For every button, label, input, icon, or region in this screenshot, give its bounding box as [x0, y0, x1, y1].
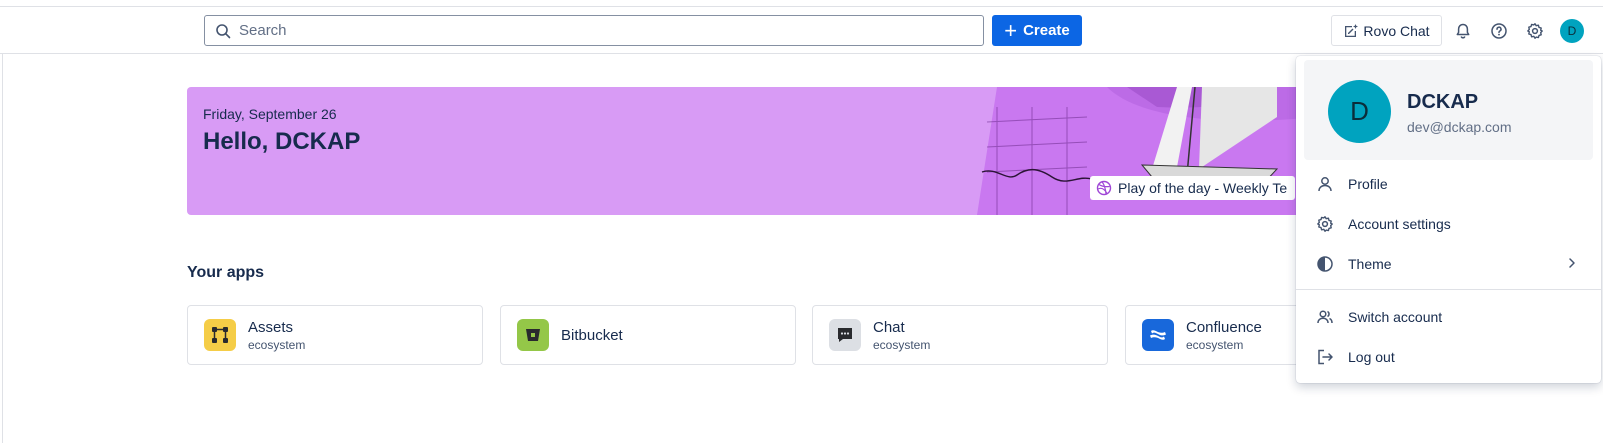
app-name: Assets [248, 318, 294, 336]
top-strip [0, 0, 1603, 7]
app-name: Bitbucket [561, 326, 623, 344]
person-icon [1318, 177, 1332, 192]
app-subtitle: ecosystem [873, 337, 931, 352]
gear-icon [1527, 23, 1543, 39]
rovo-chat-label: Rovo Chat [1363, 22, 1430, 39]
menu-item-log-out[interactable]: Log out [1296, 337, 1601, 377]
rovo-chat-button[interactable]: Rovo Chat [1331, 15, 1442, 46]
app-text: Chat ecosystem [873, 319, 930, 352]
account-dropdown: D DCKAP dev@dckap.com Profile Account se… [1296, 56, 1601, 383]
menu-item-theme[interactable]: Theme [1296, 244, 1601, 284]
search-box[interactable] [204, 15, 984, 46]
confluence-icon [1142, 319, 1174, 351]
bitbucket-icon [517, 319, 549, 351]
search-icon [216, 23, 231, 38]
gear-icon [1317, 216, 1333, 232]
avatar-initial: D [1567, 24, 1577, 38]
settings-button[interactable] [1523, 19, 1547, 43]
app-text: Assets ecosystem [248, 319, 305, 352]
menu-item-profile[interactable]: Profile [1296, 164, 1601, 204]
create-button-label: Create [1023, 22, 1070, 39]
chat-icon [829, 319, 861, 351]
assets-icon [204, 319, 236, 351]
app-text: Bitbucket [561, 327, 623, 344]
app-card-assets[interactable]: Assets ecosystem [187, 305, 483, 365]
rovo-chat-icon [1345, 23, 1359, 37]
chevron-right-icon [1569, 258, 1575, 268]
profile-name: DCKAP [1407, 91, 1479, 113]
avatar-initial: D [1350, 96, 1369, 126]
menu-item-label: Theme [1348, 256, 1392, 272]
menu-item-switch-account[interactable]: Switch account [1296, 297, 1601, 337]
menu-item-label: Switch account [1348, 309, 1443, 325]
menu-item-account-settings[interactable]: Account settings [1296, 204, 1601, 244]
help-icon [1491, 23, 1507, 39]
log-out-icon [1318, 349, 1333, 365]
app-name: Confluence [1186, 318, 1262, 336]
app-name: Chat [873, 318, 905, 336]
menu-item-label: Profile [1348, 176, 1388, 192]
menu-item-label: Log out [1348, 349, 1395, 365]
bell-icon [1456, 23, 1470, 39]
page: + Create Rovo Chat D Friday, September 2… [0, 0, 1603, 443]
profile-email: dev@dckap.com [1407, 119, 1512, 135]
app-text: Confluence ecosystem [1186, 319, 1262, 352]
theme-icon [1317, 256, 1333, 272]
search-input[interactable] [239, 22, 939, 39]
your-apps-heading: Your apps [187, 264, 265, 281]
help-button[interactable] [1487, 19, 1511, 43]
play-of-the-day-label: Play of the day - Weekly Te [1118, 180, 1288, 196]
left-divider [2, 54, 3, 443]
banner-greeting: Hello, DCKAP [203, 128, 361, 155]
menu-item-label: Account settings [1348, 216, 1451, 232]
create-button[interactable]: + Create [992, 15, 1082, 46]
top-navigation: + Create Rovo Chat D [0, 7, 1603, 54]
app-card-chat[interactable]: Chat ecosystem [812, 305, 1108, 365]
avatar: D [1328, 80, 1391, 143]
menu-divider [1296, 289, 1601, 290]
plus-icon: + [1004, 17, 1018, 43]
greeting-banner: Friday, September 26 Hello, DCKAP Play o… [187, 87, 1317, 215]
app-subtitle: ecosystem [1186, 337, 1244, 352]
profile-card: D DCKAP dev@dckap.com [1304, 60, 1593, 160]
play-of-the-day-chip[interactable]: Play of the day - Weekly Te [1090, 176, 1296, 200]
account-avatar-button[interactable]: D [1560, 19, 1584, 43]
dribbble-icon [1096, 180, 1112, 196]
app-card-bitbucket[interactable]: Bitbucket [500, 305, 796, 365]
switch-account-icon [1317, 310, 1333, 324]
app-subtitle: ecosystem [248, 337, 306, 352]
banner-date: Friday, September 26 [203, 106, 337, 122]
notifications-button[interactable] [1451, 19, 1475, 43]
